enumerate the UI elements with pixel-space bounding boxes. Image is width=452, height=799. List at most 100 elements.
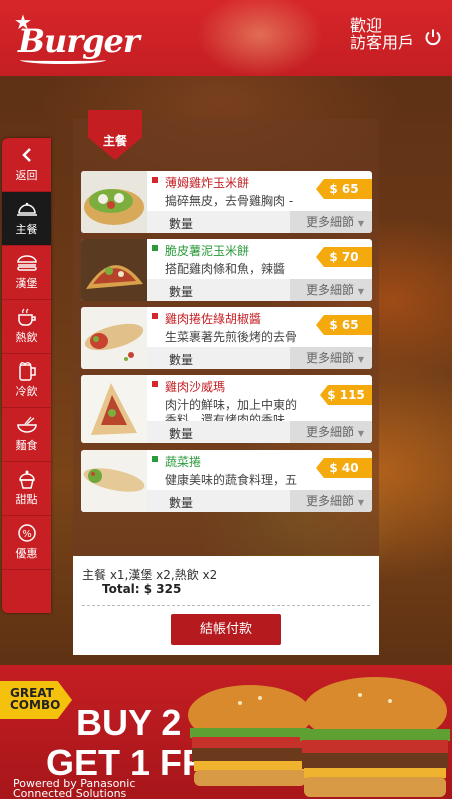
item-description: 生菜裹著先煎後烤的去骨 [165,330,298,344]
item-name: 薄姆雞炸玉米餅 [165,176,250,190]
price-tag: $ 65 [316,315,372,335]
noodle-bowl-icon [2,408,51,438]
more-details-button[interactable]: 更多細節 ▼ [290,421,372,443]
sidebar-item-label: 熱飲 [15,331,38,344]
chevron-down-icon: ▼ [357,429,364,438]
welcome-user: 訪客用戶 [349,33,414,52]
more-details-label: 更多細節 [306,425,355,439]
checkout-button[interactable]: 結帳付款 [171,614,281,645]
quantity-row: 數量 − 0 + 更多細節 ▼ [147,279,372,301]
sidebar-item-label: 主餐 [15,223,38,236]
sidebar-item-label: 甜點 [15,493,38,506]
more-details-button[interactable]: 更多細節 ▼ [290,490,372,512]
veg-marker-icon [152,456,158,462]
sidebar-item-hot-drinks[interactable]: 熱飲 [2,300,51,354]
burger-logo[interactable]: ★ Burger [14,12,140,64]
sidebar-item-label: 漢堡 [15,277,38,290]
taco-image [81,239,147,301]
chevron-down-icon: ▼ [357,355,364,364]
sidebar-item-label: 優惠 [15,547,38,560]
chevron-down-icon: ▼ [357,498,364,507]
burger-icon [2,246,51,276]
more-details-label: 更多細節 [306,215,355,229]
quantity-label: 數量 [169,353,194,367]
veggie-wrap-image [81,450,147,512]
powered-by-text: Powered by Panasonic Connected Solutions [13,778,135,799]
menu-item[interactable]: 薄姆雞炸玉米餅 搗碎無皮，去骨雞胸肉 - $ 65 數量 − 0 + 更多細節 … [81,171,372,233]
chevron-down-icon: ▼ [357,219,364,228]
order-summary: 主餐 x1,漢堡 x2,熱飲 x2 Total: $ 325 結帳付款 [73,556,379,655]
welcome-line1: 歡迎 [349,16,382,35]
item-name: 脆皮薯泥玉米餅 [165,244,250,258]
header-bar: ★ Burger 歡迎 訪客用戶 [0,0,452,76]
promo-headline1: BUY 2 [76,702,182,743]
menu-item[interactable]: 脆皮薯泥玉米餅 搭配雞肉條和魚，辣醬 $ 70 數量 − 0 + 更多細節 ▼ [81,239,372,301]
quantity-label: 數量 [169,217,194,231]
shawarma-image [81,375,147,443]
category-label: 主餐 [102,134,127,148]
menu-item[interactable]: 蔬菜捲 健康美味的蔬食料理，五 $ 40 數量 − 0 + 更多細節 ▼ [81,450,372,512]
great-combo-tag: GREAT COMBO [0,681,72,719]
power-icon[interactable] [424,28,442,46]
quantity-label: 數量 [169,427,194,441]
non-veg-marker-icon [152,313,158,319]
sidebar-item-offers[interactable]: % 優惠 [2,516,51,570]
welcome-text: 歡迎 訪客用戶 [350,17,414,51]
quantity-label: 數量 [169,496,194,510]
back-arrow-icon [2,138,51,168]
veg-marker-icon [152,245,158,251]
sidebar-item-label: 返回 [15,169,38,182]
item-name: 蔬菜捲 [165,455,202,469]
chevron-down-icon: ▼ [357,287,364,296]
price-tag: $ 115 [320,385,372,405]
quantity-row: 數量 − 0 + 更多細節 ▼ [147,490,372,512]
category-sidebar: 返回 主餐 漢堡 熱飲 冷飲 麵食 甜點 % 優惠 [2,138,51,613]
non-veg-marker-icon [152,177,158,183]
svg-text:%: % [22,529,32,540]
sidebar-item-burger[interactable]: 漢堡 [2,246,51,300]
more-details-label: 更多細節 [306,351,355,365]
more-details-label: 更多細節 [306,283,355,297]
non-veg-marker-icon [152,381,158,387]
price-tag: $ 70 [316,247,372,267]
sidebar-item-dessert[interactable]: 甜點 [2,462,51,516]
quantity-label: 數量 [169,285,194,299]
wrap-image [81,307,147,369]
more-details-button[interactable]: 更多細節 ▼ [290,347,372,369]
item-description: 搭配雞肉條和魚，辣醬 [165,262,286,276]
promo-tag-line2: COMBO [10,698,61,712]
category-badge: 主餐 [88,110,142,160]
hot-cup-icon [2,300,51,330]
cupcake-icon [2,462,51,492]
item-name: 雞肉捲佐綠胡椒醬 [165,312,262,326]
quantity-row: 數量 − 0 + 更多細節 ▼ [147,347,372,369]
price-tag: $ 65 [316,179,372,199]
item-name: 雞肉沙威瑪 [165,380,226,394]
cloche-icon [2,192,51,222]
order-items-text: 主餐 x1,漢堡 x2,熱飲 x2 [82,568,218,582]
taco-image [81,171,147,233]
order-total: Total: $ 325 [102,582,182,596]
item-description: 搗碎無皮，去骨雞胸肉 - [165,194,294,208]
quantity-row: 數量 − 0 + 更多細節 ▼ [147,211,372,233]
burger-combo-image [188,677,450,797]
price-tag: $ 40 [316,458,372,478]
item-description: 健康美味的蔬食料理，五 [165,473,298,487]
sidebar-item-cold-drinks[interactable]: 冷飲 [2,354,51,408]
logo-text: Burger [18,22,140,60]
sidebar-item-back[interactable]: 返回 [2,138,51,192]
more-details-button[interactable]: 更多細節 ▼ [290,211,372,233]
menu-item[interactable]: 雞肉沙威瑪 肉汁的鮮味，加上中東的 香料，還有烤肉的香味， $ 115 數量 −… [81,375,372,443]
sidebar-item-label: 麵食 [15,439,38,452]
quantity-row: 數量 − 1 + 更多細節 ▼ [147,421,372,443]
divider [82,605,370,606]
sidebar-item-main-course[interactable]: 主餐 [2,192,51,246]
logo-swoosh [20,56,106,64]
more-details-button[interactable]: 更多細節 ▼ [290,279,372,301]
sidebar-item-noodles[interactable]: 麵食 [2,408,51,462]
item-description: 肉汁的鮮味，加上中東的 [165,398,298,412]
powered-line2: Connected Solutions [13,787,127,799]
sidebar-item-label: 冷飲 [15,385,38,398]
beer-mug-icon [2,354,51,384]
menu-item[interactable]: 雞肉捲佐綠胡椒醬 生菜裹著先煎後烤的去骨 $ 65 數量 − 0 + 更多細節 … [81,307,372,369]
